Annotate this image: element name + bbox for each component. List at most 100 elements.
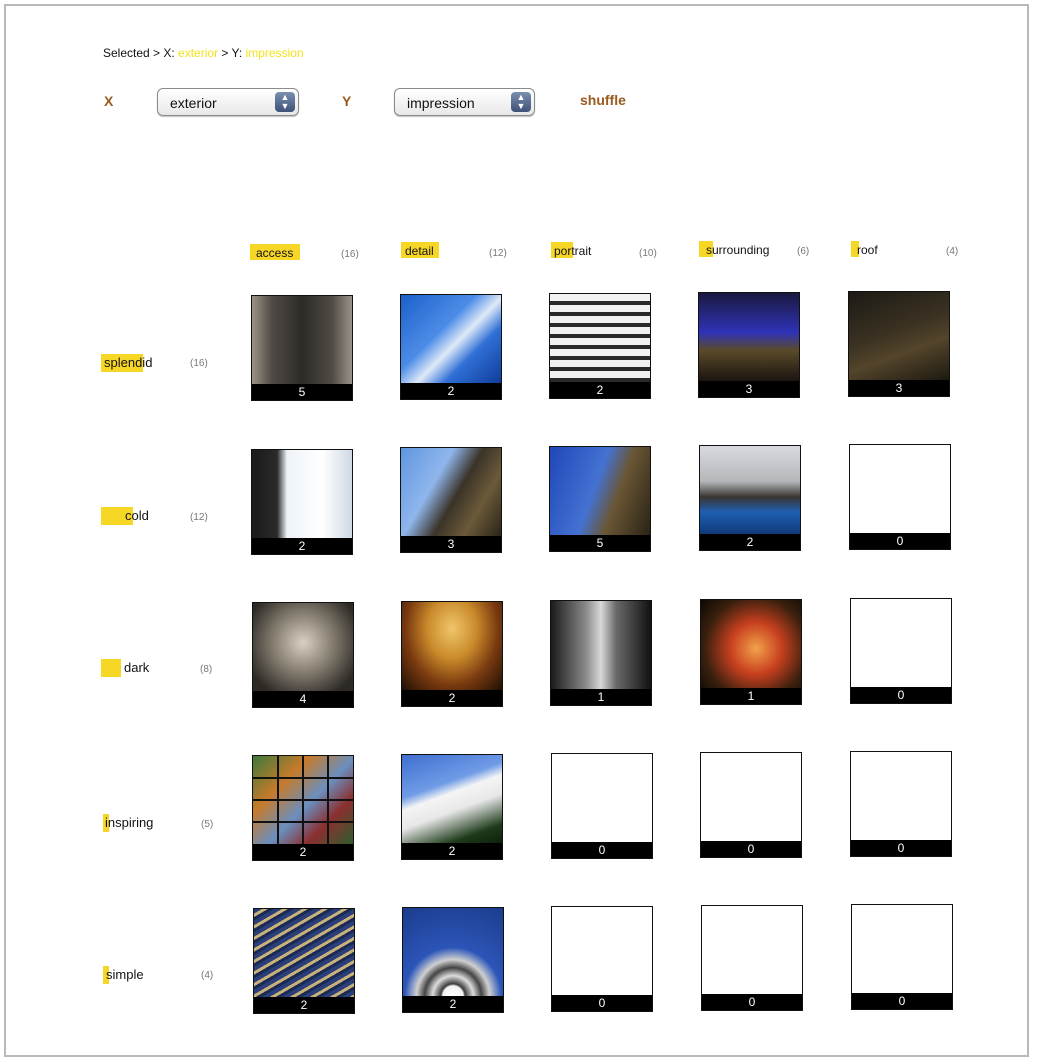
thumbnail-cell[interactable]: 2 — [699, 445, 801, 551]
thumbnail-image-empty — [552, 907, 652, 995]
row-header-splendid[interactable]: splendid — [101, 354, 153, 372]
cell-count: 2 — [252, 538, 352, 554]
cell-count: 0 — [850, 533, 950, 549]
thumbnail-image — [401, 295, 501, 383]
thumbnail-cell[interactable]: 0 — [700, 752, 802, 858]
row-label: inspiring — [105, 815, 154, 830]
column-header-detail[interactable]: detail — [401, 242, 439, 258]
row-count: (16) — [190, 358, 208, 369]
row-header-cold[interactable]: cold — [101, 507, 149, 525]
row-count: (12) — [190, 512, 208, 523]
row-label: dark — [124, 660, 150, 675]
thumbnail-image — [252, 296, 352, 384]
thumbnail-image — [849, 292, 949, 380]
thumbnail-cell[interactable]: 2 — [549, 293, 651, 399]
thumbnail-cell[interactable]: 2 — [252, 755, 354, 861]
thumbnail-cell[interactable]: 0 — [551, 753, 653, 859]
thumbnail-image — [401, 448, 501, 536]
select-arrows-icon: ▲ ▼ — [511, 92, 531, 112]
thumbnail-cell[interactable]: 5 — [251, 295, 353, 401]
thumbnail-cell[interactable]: 3 — [848, 291, 950, 397]
cell-count: 2 — [403, 996, 503, 1012]
cell-count: 0 — [552, 995, 652, 1011]
column-count: (16) — [341, 249, 359, 260]
column-label: roof — [857, 243, 878, 257]
column-label: portrait — [554, 244, 592, 258]
cell-count: 2 — [550, 382, 650, 398]
row-label: splendid — [104, 355, 153, 370]
thumbnail-image — [253, 603, 353, 691]
breadcrumb: Selected > X: exterior > Y: impression — [103, 46, 304, 60]
cell-count: 1 — [701, 688, 801, 704]
row-count: (8) — [200, 664, 213, 675]
thumbnail-image — [700, 446, 800, 534]
x-axis-select[interactable]: exterior ▲ ▼ — [157, 88, 299, 116]
x-axis-label: X — [104, 93, 114, 109]
row-count: (4) — [201, 970, 214, 981]
column-count: (12) — [489, 248, 507, 259]
cell-count: 4 — [253, 691, 353, 707]
cell-count: 0 — [552, 842, 652, 858]
cell-count: 2 — [700, 534, 800, 550]
thumbnail-cell[interactable]: 0 — [701, 905, 803, 1011]
thumbnail-image — [252, 450, 352, 538]
cell-count: 0 — [701, 841, 801, 857]
column-label: access — [256, 246, 294, 260]
row-label: cold — [125, 508, 149, 523]
y-axis-select[interactable]: impression ▲ ▼ — [394, 88, 535, 116]
thumbnail-image — [403, 908, 503, 996]
column-header-roof[interactable]: roof — [851, 241, 878, 257]
thumbnail-cell[interactable]: 0 — [849, 444, 951, 550]
cell-count: 0 — [851, 840, 951, 856]
thumbnail-cell[interactable]: 4 — [252, 602, 354, 708]
shuffle-button[interactable]: shuffle — [580, 92, 626, 108]
column-header-surrounding[interactable]: surrounding — [699, 241, 770, 257]
thumbnail-cell[interactable]: 2 — [401, 601, 503, 707]
thumbnail-cell[interactable]: 5 — [549, 446, 651, 552]
column-count: (10) — [639, 248, 657, 259]
thumbnail-cell[interactable]: 2 — [253, 908, 355, 1014]
breadcrumb-mid: > Y: — [218, 46, 246, 60]
thumbnail-cell[interactable]: 2 — [402, 907, 504, 1013]
thumbnail-image-empty — [701, 753, 801, 841]
column-label: surrounding — [706, 243, 770, 257]
breadcrumb-x-value[interactable]: exterior — [178, 46, 218, 60]
cell-count: 3 — [849, 380, 949, 396]
cell-count: 5 — [252, 384, 352, 400]
thumbnail-cell[interactable]: 2 — [400, 294, 502, 400]
thumbnail-image-empty — [850, 445, 950, 533]
thumbnail-cell[interactable]: 3 — [698, 292, 800, 398]
highlight-marker — [101, 659, 121, 677]
cell-count: 0 — [852, 993, 952, 1009]
thumbnail-image — [550, 294, 650, 382]
thumbnail-cell[interactable]: 2 — [401, 754, 503, 860]
cell-count: 1 — [551, 689, 651, 705]
column-label: detail — [405, 244, 434, 258]
thumbnail-image-empty — [552, 754, 652, 842]
thumbnail-cell[interactable]: 1 — [700, 599, 802, 705]
column-header-portrait[interactable]: portrait — [551, 242, 592, 258]
row-header-simple[interactable]: simple — [103, 966, 144, 984]
thumbnail-cell[interactable]: 0 — [850, 598, 952, 704]
row-header-inspiring[interactable]: inspiring — [103, 814, 154, 832]
thumbnail-cell[interactable]: 0 — [851, 904, 953, 1010]
thumbnail-image — [551, 601, 651, 689]
thumbnail-cell[interactable]: 0 — [850, 751, 952, 857]
thumbnail-cell[interactable]: 3 — [400, 447, 502, 553]
column-count: (6) — [797, 246, 810, 257]
cell-count: 2 — [402, 843, 502, 859]
thumbnail-cell[interactable]: 2 — [251, 449, 353, 555]
thumbnail-image — [253, 756, 353, 844]
breadcrumb-y-value[interactable]: impression — [246, 46, 304, 60]
row-count: (5) — [201, 819, 214, 830]
column-header-access[interactable]: access — [250, 244, 300, 260]
cell-count: 2 — [254, 997, 354, 1013]
thumbnail-cell[interactable]: 1 — [550, 600, 652, 706]
select-arrows-icon: ▲ ▼ — [275, 92, 295, 112]
thumbnail-image — [402, 755, 502, 843]
thumbnail-cell[interactable]: 0 — [551, 906, 653, 1012]
cell-count: 3 — [699, 381, 799, 397]
row-header-dark[interactable]: dark — [101, 659, 150, 677]
x-axis-select-value: exterior — [170, 95, 217, 111]
thumbnail-image-empty — [852, 905, 952, 993]
